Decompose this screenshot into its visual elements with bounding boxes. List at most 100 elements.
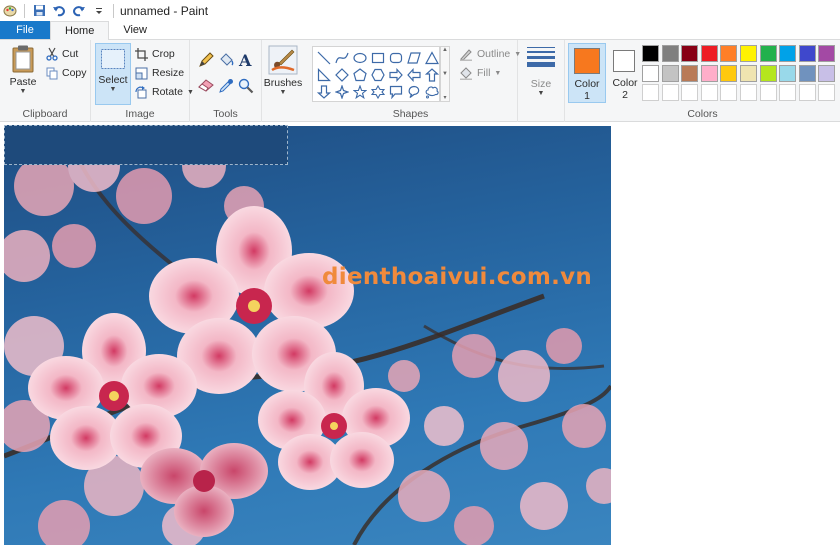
palette-swatch[interactable] <box>798 84 816 101</box>
palette-swatch[interactable] <box>740 45 757 62</box>
palette-swatch[interactable] <box>700 84 718 101</box>
palette-swatch[interactable] <box>818 84 836 101</box>
rounded-rectangle-shape[interactable] <box>387 49 404 66</box>
text-tool[interactable]: A <box>238 51 254 71</box>
palette-swatch[interactable] <box>759 84 777 101</box>
cloud-callout-shape[interactable] <box>423 83 440 100</box>
left-arrow-shape[interactable] <box>405 66 422 83</box>
polygon-shape[interactable] <box>405 49 422 66</box>
pencil-tool[interactable] <box>198 52 214 71</box>
five-point-star-shape[interactable] <box>351 83 368 100</box>
customize-qat-icon[interactable] <box>89 0 109 21</box>
right-triangle-shape[interactable] <box>315 66 332 83</box>
palette-swatch[interactable] <box>700 45 718 62</box>
four-point-star-shape[interactable] <box>333 83 350 100</box>
palette-swatch[interactable] <box>681 84 699 101</box>
color1-button[interactable]: Color 1 <box>568 43 606 103</box>
palette-swatch[interactable] <box>720 64 738 82</box>
palette-swatch[interactable] <box>818 64 836 82</box>
drawing-canvas[interactable] <box>4 126 611 545</box>
palette-swatch[interactable] <box>681 45 699 62</box>
curve-shape[interactable] <box>333 49 350 66</box>
right-arrow-shape[interactable] <box>387 66 404 83</box>
palette-swatch[interactable] <box>779 84 797 101</box>
palette-swatch[interactable] <box>661 45 679 62</box>
fill-tool[interactable] <box>218 52 234 71</box>
resize-label: Resize <box>152 67 185 79</box>
palette-swatch[interactable] <box>642 84 659 101</box>
palette-swatch[interactable] <box>779 64 797 82</box>
down-arrow-shape[interactable] <box>315 83 332 100</box>
image-group: Select ▼ Crop Resize Rotate ▼ Image <box>91 40 194 122</box>
chevron-up-icon[interactable]: ▲ <box>442 47 448 53</box>
select-button-content[interactable]: Select ▼ <box>95 48 131 93</box>
tab-view[interactable]: View <box>109 21 161 39</box>
copy-button[interactable]: Copy <box>46 64 87 82</box>
hexagon-shape[interactable] <box>369 66 386 83</box>
diamond-shape[interactable] <box>333 66 350 83</box>
palette-swatch[interactable] <box>642 64 659 82</box>
palette-swatch[interactable] <box>818 45 836 62</box>
palette-swatch[interactable] <box>740 84 757 101</box>
four-point-star-shape-icon <box>334 84 349 99</box>
size-button[interactable]: Size ▼ <box>523 46 559 97</box>
rotate-button[interactable]: Rotate ▼ <box>135 83 194 101</box>
rect-callout-shape[interactable] <box>387 83 404 100</box>
palette-swatch[interactable] <box>661 64 679 82</box>
undo-icon[interactable] <box>49 0 69 21</box>
resize-button[interactable]: Resize <box>135 64 184 82</box>
crop-button[interactable]: Crop <box>135 45 175 63</box>
brushes-button[interactable]: Brushes ▼ <box>264 45 302 96</box>
palette-swatch[interactable] <box>661 84 679 101</box>
rect-callout-shape-icon <box>389 85 402 99</box>
palette-swatch[interactable] <box>700 64 718 82</box>
shapes-gallery-scroll[interactable]: ▲ ▼ ▾ <box>440 46 450 102</box>
paste-button[interactable]: Paste ▼ <box>6 44 40 95</box>
rectangle-shape[interactable] <box>369 49 386 66</box>
size-label: Size <box>530 78 552 90</box>
eraser-tool[interactable] <box>198 78 214 95</box>
cloud-callout-shape-icon <box>425 85 439 98</box>
palette-swatch[interactable] <box>759 45 777 62</box>
palette-swatch[interactable] <box>720 45 738 62</box>
magnifier-tool[interactable] <box>238 78 254 97</box>
paint-app-icon[interactable] <box>0 0 20 21</box>
line-shape[interactable] <box>315 49 332 66</box>
color2-button[interactable]: Color 2 <box>609 43 641 103</box>
color-picker-tool[interactable] <box>218 78 234 97</box>
six-point-star-shape[interactable] <box>369 83 386 100</box>
clipboard-group-label: Clipboard <box>22 108 68 120</box>
tab-home[interactable]: Home <box>50 21 110 40</box>
six-point-star-shape-icon <box>370 84 385 99</box>
pentagon-shape[interactable] <box>351 66 368 83</box>
hexagon-shape-icon <box>370 68 385 81</box>
palette-swatch[interactable] <box>642 45 659 62</box>
palette-swatch[interactable] <box>759 64 777 82</box>
magnifier-icon <box>238 78 254 94</box>
chevron-down-icon[interactable]: ▼ <box>442 71 448 77</box>
oval-shape[interactable] <box>351 49 368 66</box>
tab-file[interactable]: File <box>0 21 50 39</box>
palette-swatch[interactable] <box>720 84 738 101</box>
outline-button[interactable]: Outline ▼ <box>459 45 521 63</box>
palette-swatch[interactable] <box>798 64 816 82</box>
save-icon[interactable] <box>29 0 49 21</box>
gallery-expand-icon[interactable]: ▾ <box>443 94 446 101</box>
fill-button[interactable]: Fill ▼ <box>459 64 501 82</box>
canvas-area[interactable]: dienthoaivui.com.vn <box>0 123 840 555</box>
triangle-shape[interactable] <box>423 49 440 66</box>
color1-label: Color <box>574 78 600 90</box>
up-arrow-shape[interactable] <box>423 66 440 83</box>
palette-swatch[interactable] <box>779 45 797 62</box>
palette-swatch[interactable] <box>740 64 757 82</box>
line-shape-icon <box>317 51 330 64</box>
redo-icon[interactable] <box>69 0 89 21</box>
palette-swatch[interactable] <box>681 64 699 82</box>
selection-rectangle[interactable] <box>4 125 288 165</box>
oval-callout-shape[interactable] <box>405 83 422 100</box>
rectangle-shape-icon <box>371 52 384 63</box>
cherry-blossom-photo <box>4 126 611 545</box>
curve-shape-icon <box>334 52 349 63</box>
palette-swatch[interactable] <box>798 45 816 62</box>
cut-button[interactable]: Cut <box>46 45 78 63</box>
